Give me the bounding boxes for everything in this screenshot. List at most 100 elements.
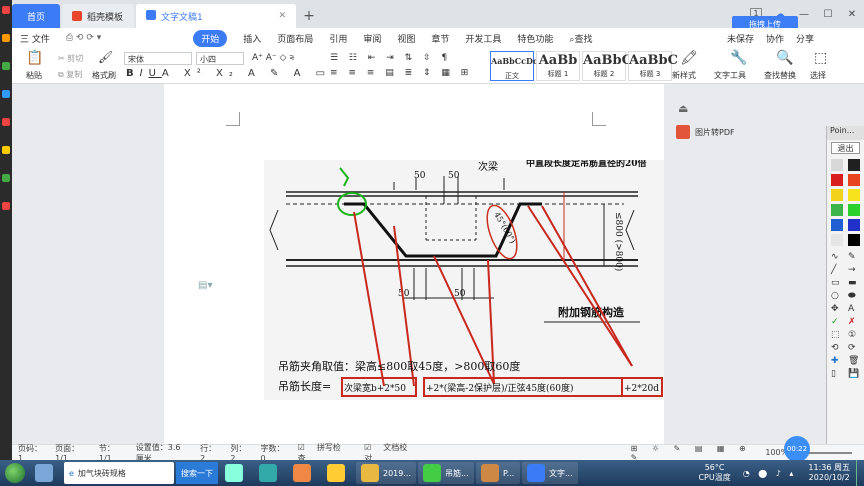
search-go-button[interactable]: 搜索一下 bbox=[176, 462, 218, 484]
format-painter-button[interactable]: 格式刷 bbox=[92, 70, 116, 81]
close-tab-icon[interactable]: ✕ bbox=[278, 11, 286, 21]
app-icon[interactable] bbox=[2, 118, 10, 126]
close-window-icon[interactable]: ✕ bbox=[840, 9, 864, 20]
start-button[interactable] bbox=[0, 460, 30, 486]
delete-icon[interactable]: 🗑 bbox=[848, 356, 862, 366]
color-swatch[interactable] bbox=[848, 234, 860, 246]
app-icon[interactable] bbox=[2, 146, 10, 154]
color-swatch[interactable] bbox=[831, 159, 843, 171]
menu-devtools[interactable]: 开发工具 bbox=[465, 32, 501, 45]
taskbar-window[interactable]: P... bbox=[476, 462, 520, 484]
menu-reference[interactable]: 引用 bbox=[329, 32, 347, 45]
unsaved-status[interactable]: 未保存 bbox=[727, 32, 754, 45]
pen-icon[interactable]: ✎ bbox=[848, 252, 862, 262]
copy-button[interactable]: ⧉ 复制 bbox=[58, 69, 82, 80]
style-heading1[interactable]: AaBb 标题 1 bbox=[536, 51, 580, 81]
paste-icon[interactable]: 📋 bbox=[26, 50, 43, 66]
show-desktop-button[interactable] bbox=[856, 460, 864, 486]
color-swatch[interactable] bbox=[831, 234, 843, 246]
style-heading2[interactable]: AaBbC 标题 2 bbox=[582, 51, 632, 81]
undo-icon[interactable]: ⟲ bbox=[831, 343, 845, 353]
color-swatch[interactable] bbox=[831, 204, 843, 216]
new-style-button[interactable]: 新样式 bbox=[672, 70, 696, 81]
app-icon[interactable] bbox=[2, 202, 10, 210]
color-swatch[interactable] bbox=[831, 219, 843, 231]
move-icon[interactable]: ✥ bbox=[831, 304, 845, 314]
color-swatch[interactable] bbox=[831, 189, 843, 201]
view-mode-icons[interactable]: ⊞ ☼ ✎ ▤ ▦ ⊕ ✎ bbox=[631, 444, 754, 462]
taskbar-app[interactable] bbox=[254, 462, 286, 484]
document-page[interactable]: 次梁 中直段长度定吊筋直径的20倍 50 50 50 50 45°(60°) ≤… bbox=[164, 84, 664, 444]
tab-home[interactable]: 首页 bbox=[12, 4, 60, 28]
tray-icons[interactable]: ◔ ⬤ ♪ ▴ bbox=[743, 469, 797, 478]
taskbar-app[interactable] bbox=[288, 462, 320, 484]
menu-view[interactable]: 视图 bbox=[397, 32, 415, 45]
menu-layout[interactable]: 页面布局 bbox=[277, 32, 313, 45]
text-format-icons[interactable]: BIUA X² X₂ A ✎ A ▭ bbox=[126, 68, 331, 79]
color-swatch[interactable] bbox=[831, 174, 843, 186]
page-icon[interactable]: ▯ bbox=[831, 369, 845, 379]
taskbar-app[interactable] bbox=[220, 462, 252, 484]
palette-exit-button[interactable]: 退出 bbox=[831, 142, 860, 154]
rect-icon[interactable]: ▭ bbox=[831, 278, 845, 288]
rect-fill-icon[interactable]: ▬ bbox=[848, 278, 862, 288]
cross-icon[interactable]: ✗ bbox=[848, 317, 862, 327]
redo-icon[interactable]: ⟳ bbox=[848, 343, 862, 353]
number-icon[interactable]: ① bbox=[848, 330, 862, 340]
check-icon[interactable]: ✓ bbox=[831, 317, 845, 327]
tab-template[interactable]: 稻壳模板 bbox=[62, 4, 134, 28]
style-heading3[interactable]: AaBbC 标题 3 bbox=[628, 51, 678, 81]
app-icon[interactable] bbox=[2, 34, 10, 42]
line-icon[interactable]: ╱ bbox=[831, 265, 845, 275]
ellipse-fill-icon[interactable]: ⬬ bbox=[848, 291, 862, 301]
tab-document[interactable]: 文字文稿1 ✕ bbox=[136, 4, 296, 28]
menu-home[interactable]: 开始 bbox=[193, 29, 228, 47]
list-icons[interactable]: ☰ ☷ ⇤ ⇥ ⇅ ⇳ ¶ bbox=[330, 53, 451, 63]
eject-icon[interactable]: ⏏ bbox=[678, 102, 688, 115]
maximize-icon[interactable]: ☐ bbox=[816, 9, 840, 20]
color-swatch[interactable] bbox=[848, 189, 860, 201]
app-icon[interactable] bbox=[2, 62, 10, 70]
menu-features[interactable]: 特色功能 bbox=[517, 32, 553, 45]
arrow-icon[interactable]: → bbox=[848, 265, 862, 275]
recording-timer[interactable]: 00:22 bbox=[784, 436, 810, 462]
app-icon[interactable] bbox=[2, 90, 10, 98]
browser-search[interactable]: e 加气块砖规格 bbox=[64, 462, 174, 484]
crop-icon[interactable]: ⬚ bbox=[831, 330, 845, 340]
color-swatch[interactable] bbox=[848, 159, 860, 171]
taskbar-window[interactable]: 2019... bbox=[356, 462, 416, 484]
font-name-select[interactable]: 宋体 bbox=[124, 52, 192, 65]
menu-file[interactable]: 三 文件 bbox=[20, 32, 50, 45]
collab-button[interactable]: 协作 bbox=[766, 32, 784, 45]
style-normal[interactable]: AaBbCcDd 正文 bbox=[490, 51, 539, 81]
cut-button[interactable]: ✂ 剪切 bbox=[58, 53, 83, 64]
paragraph-handle-icon[interactable]: ▤▾ bbox=[198, 280, 212, 291]
app-icon[interactable] bbox=[2, 174, 10, 182]
taskbar-app[interactable] bbox=[30, 462, 62, 484]
text-tool-button[interactable]: 文字工具 bbox=[714, 70, 746, 81]
select-button[interactable]: 选择 bbox=[810, 70, 826, 81]
ellipse-icon[interactable]: ○ bbox=[831, 291, 845, 301]
share-button[interactable]: 分享 bbox=[796, 32, 814, 45]
taskbar-app[interactable] bbox=[322, 462, 354, 484]
menu-insert[interactable]: 插入 bbox=[243, 32, 261, 45]
menu-review[interactable]: 审阅 bbox=[363, 32, 381, 45]
color-swatch[interactable] bbox=[848, 204, 860, 216]
align-icons[interactable]: ≡ ≡ ≡ ▤ ≣ ⇕ ▦ ⊞ bbox=[330, 68, 472, 78]
save-icon[interactable]: 💾 bbox=[848, 369, 862, 379]
image-to-pdf-button[interactable]: 图片转PDF bbox=[676, 122, 750, 142]
app-icon[interactable] bbox=[2, 6, 10, 14]
font-size-select[interactable]: 小四 bbox=[196, 52, 244, 65]
find-replace-button[interactable]: 查找替换 bbox=[764, 70, 796, 81]
paste-button[interactable]: 粘贴 bbox=[26, 70, 42, 81]
font-grow-icons[interactable]: A⁺ A⁻ ◇ ⩬ bbox=[252, 53, 295, 63]
taskbar-window[interactable]: 文字... bbox=[522, 462, 578, 484]
clock[interactable]: 11:36 周五 2020/10/2 bbox=[808, 463, 850, 483]
add-icon[interactable]: ✚ bbox=[831, 356, 845, 366]
text-icon[interactable]: A bbox=[848, 304, 862, 314]
curve-icon[interactable]: ∿ bbox=[831, 252, 845, 262]
taskbar-window[interactable]: 吊筋... bbox=[418, 462, 474, 484]
new-tab-button[interactable]: + bbox=[298, 4, 320, 28]
color-swatch[interactable] bbox=[848, 219, 860, 231]
color-swatch[interactable] bbox=[848, 174, 860, 186]
